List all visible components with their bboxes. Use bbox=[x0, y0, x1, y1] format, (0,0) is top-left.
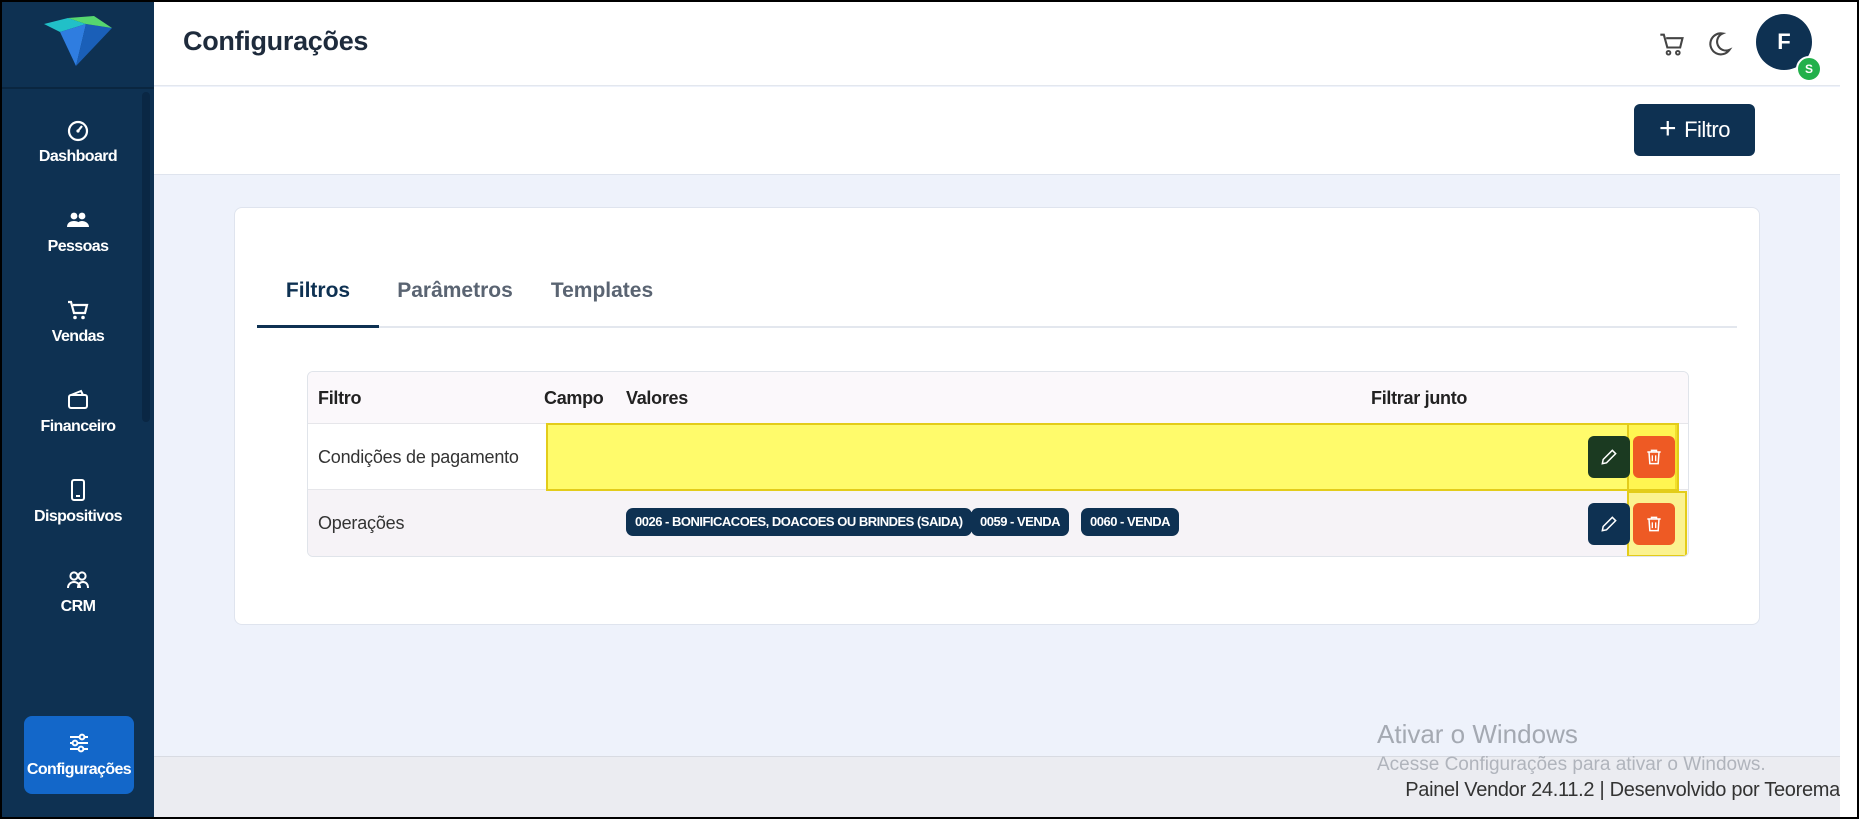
sliders-icon bbox=[70, 733, 88, 753]
tab-filtros[interactable]: Filtros bbox=[257, 256, 379, 328]
sidebar-item-crm[interactable]: CRM bbox=[2, 552, 154, 632]
column-header-valores: Valores bbox=[626, 388, 688, 408]
add-filter-label: Filtro bbox=[1684, 117, 1730, 142]
sidebar: Dashboard Pessoas Vendas Financeiro Disp… bbox=[2, 2, 154, 817]
window-edge bbox=[1840, 2, 1857, 817]
filtro-cell: Operações bbox=[318, 513, 405, 533]
column-header-campo: Campo bbox=[544, 388, 604, 408]
value-chip: 0060 - VENDA bbox=[1081, 508, 1179, 536]
filters-table: Filtro Campo Valores Filtrar junto Condi… bbox=[307, 371, 1689, 557]
sidebar-item-label: Dashboard bbox=[38, 148, 118, 165]
row-highlight bbox=[546, 423, 1677, 491]
sidebar-item-label: Configurações bbox=[26, 761, 132, 778]
sidebar-item-pessoas[interactable]: Pessoas bbox=[2, 192, 154, 272]
column-header-filtrar-junto: Filtrar junto bbox=[1371, 388, 1468, 408]
sidebar-item-label: Dispositivos bbox=[34, 508, 123, 525]
column-header-filtro: Filtro bbox=[318, 388, 362, 408]
pencil-icon bbox=[1601, 449, 1617, 465]
footer-text: Painel Vendor 24.11.2 | Desenvolvido por… bbox=[1405, 779, 1840, 801]
delete-button[interactable] bbox=[1633, 436, 1675, 478]
sidebar-item-dispositivos[interactable]: Dispositivos bbox=[2, 462, 154, 542]
tab-templates[interactable]: Templates bbox=[531, 256, 673, 328]
delete-button[interactable] bbox=[1633, 503, 1675, 545]
sidebar-item-dashboard[interactable]: Dashboard bbox=[2, 102, 154, 182]
sidebar-item-label: Financeiro bbox=[40, 418, 117, 435]
trash-icon bbox=[1647, 516, 1661, 532]
edit-button[interactable] bbox=[1588, 503, 1630, 545]
trash-icon bbox=[1647, 449, 1661, 465]
sidebar-divider bbox=[2, 87, 154, 89]
toolbar: + Filtro bbox=[154, 87, 1840, 175]
value-chip: 0026 - BONIFICACOES, DOACOES OU BRINDES … bbox=[626, 508, 972, 536]
sidebar-item-vendas[interactable]: Vendas bbox=[2, 282, 154, 362]
add-filter-button[interactable]: + Filtro bbox=[1634, 104, 1755, 156]
users-icon bbox=[67, 571, 89, 589]
table-row: Operações 0026 - BONIFICACOES, DOACOES O… bbox=[308, 490, 1688, 556]
sidebar-item-label: Pessoas bbox=[47, 238, 109, 255]
page-title: Configurações bbox=[183, 26, 369, 56]
sidebar-item-label: CRM bbox=[60, 598, 96, 615]
cart-icon[interactable] bbox=[1658, 30, 1686, 58]
sidebar-item-financeiro[interactable]: Financeiro bbox=[2, 372, 154, 452]
cart-icon bbox=[68, 300, 89, 320]
app-logo[interactable] bbox=[42, 14, 114, 70]
header: Configurações F S bbox=[154, 2, 1840, 86]
plus-icon: + bbox=[1659, 111, 1677, 145]
people-icon bbox=[67, 212, 89, 227]
sidebar-item-configuracoes[interactable]: Configurações bbox=[24, 716, 134, 794]
tab-bar: Filtros Parâmetros Templates bbox=[257, 256, 1737, 328]
edit-button[interactable] bbox=[1588, 436, 1630, 478]
windows-activation-subtitle: Acesse Configurações para ativar o Windo… bbox=[1377, 754, 1766, 775]
value-chip: 0059 - VENDA bbox=[971, 508, 1069, 536]
pencil-icon bbox=[1601, 516, 1617, 532]
status-badge: S bbox=[1796, 56, 1822, 82]
filtro-cell: Condições de pagamento bbox=[318, 447, 519, 467]
wallet-icon bbox=[68, 389, 88, 409]
phone-icon bbox=[71, 479, 85, 501]
tab-parametros[interactable]: Parâmetros bbox=[379, 256, 531, 328]
sidebar-item-label: Vendas bbox=[51, 328, 105, 345]
gauge-icon bbox=[67, 120, 89, 142]
windows-activation-title: Ativar o Windows bbox=[1377, 719, 1578, 749]
moon-icon[interactable] bbox=[1705, 30, 1733, 58]
settings-card: Filtros Parâmetros Templates Filtro Camp… bbox=[234, 207, 1760, 625]
table-header: Filtro Campo Valores Filtrar junto bbox=[308, 372, 1688, 424]
app-window: Dashboard Pessoas Vendas Financeiro Disp… bbox=[2, 2, 1857, 817]
